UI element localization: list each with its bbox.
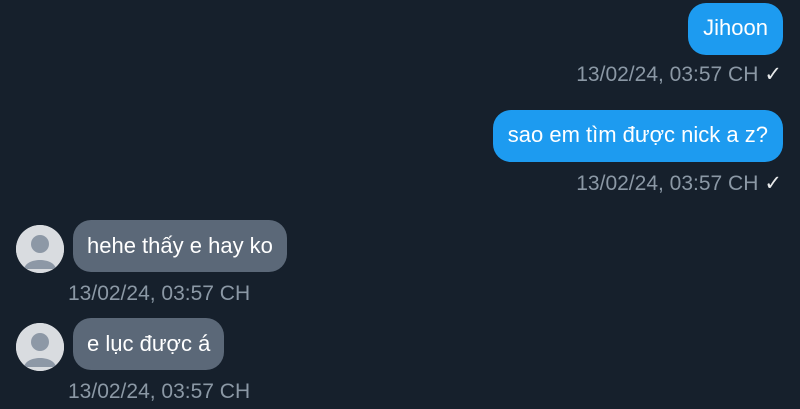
sent-check-icon: ✓ — [764, 63, 782, 86]
incoming-message-bubble[interactable]: hehe thấy e hay ko — [73, 220, 287, 272]
avatar[interactable] — [16, 323, 64, 371]
message-timestamp: 13/02/24, 03:57 CH — [68, 380, 250, 404]
timestamp-text: 13/02/24, 03:57 CH — [576, 172, 759, 195]
conversation-view: Jihoon 13/02/24, 03:57 CH ✓ sao em tìm đư… — [0, 0, 800, 409]
avatar[interactable] — [16, 225, 64, 273]
incoming-message-bubble[interactable]: e lục được á — [73, 318, 225, 370]
message-text: e lục được á — [87, 331, 211, 356]
sent-check-icon: ✓ — [764, 172, 782, 195]
outgoing-message-bubble[interactable]: sao em tìm được nick a z? — [492, 110, 783, 162]
message-timestamp: 13/02/24, 03:57 CH ✓ — [576, 63, 782, 87]
message-text: hehe thấy e hay ko — [87, 233, 273, 258]
message-text: sao em tìm được nick a z? — [507, 122, 768, 147]
message-text: Jihoon — [703, 15, 768, 40]
default-avatar-icon — [16, 225, 64, 273]
message-timestamp: 13/02/24, 03:57 CH ✓ — [576, 172, 782, 196]
timestamp-text: 13/02/24, 03:57 CH — [576, 63, 759, 86]
timestamp-text: 13/02/24, 03:57 CH — [68, 380, 251, 403]
message-timestamp: 13/02/24, 03:57 CH — [68, 282, 250, 306]
timestamp-text: 13/02/24, 03:57 CH — [68, 282, 251, 305]
default-avatar-icon — [16, 323, 64, 371]
outgoing-message-bubble[interactable]: Jihoon — [688, 3, 783, 55]
